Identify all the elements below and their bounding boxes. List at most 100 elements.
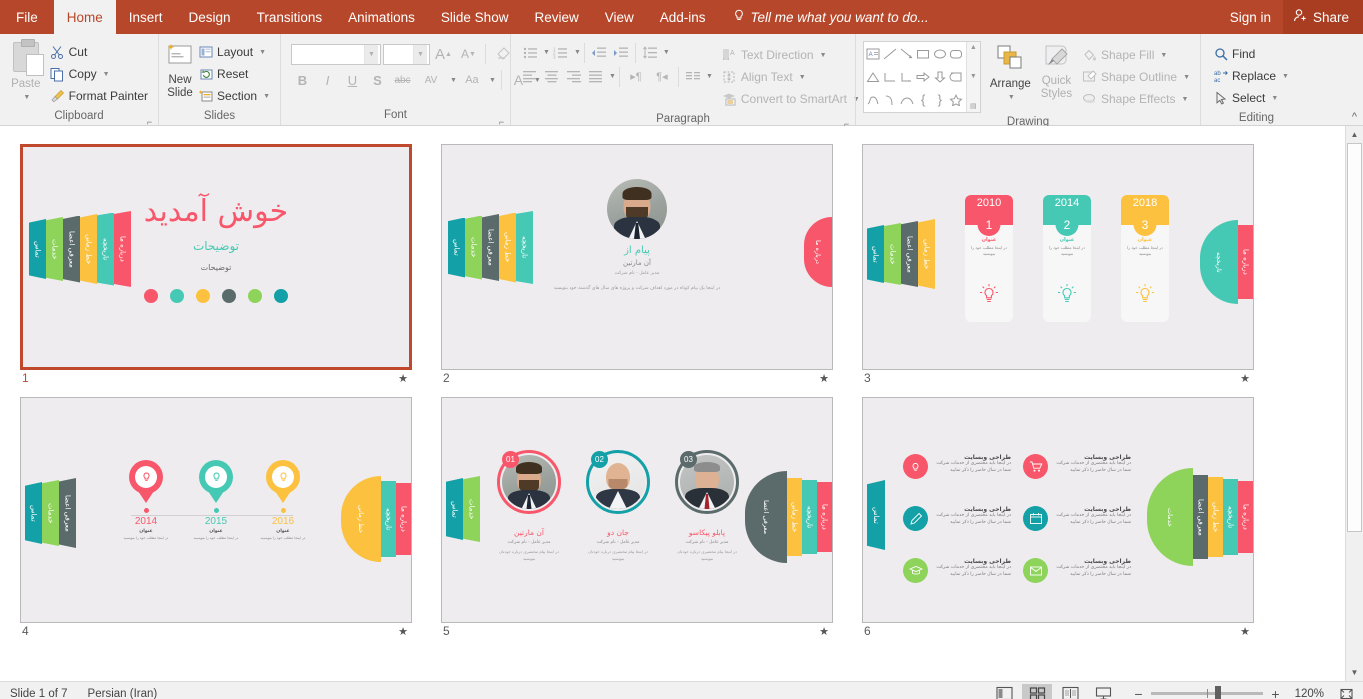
- tab-home[interactable]: Home: [54, 0, 116, 34]
- shape-line-icon[interactable]: [882, 43, 899, 66]
- shape-outline-button[interactable]: Shape Outline ▼: [1079, 66, 1195, 88]
- font-size-combo[interactable]: ▼: [383, 44, 430, 65]
- chevron-down-icon[interactable]: ▼: [1282, 73, 1289, 80]
- format-painter-button[interactable]: Format Painter: [47, 85, 153, 107]
- slide-thumbnail-5[interactable]: تماس خدمات معرفی اعضا خط زمانی تاریخچه د…: [441, 397, 833, 623]
- slide-indicator[interactable]: Slide 1 of 7: [10, 688, 68, 699]
- shape-left-brace-icon[interactable]: {: [915, 88, 932, 111]
- shape-star-icon[interactable]: [948, 88, 965, 111]
- increase-indent-button[interactable]: [610, 42, 632, 63]
- tab-review[interactable]: Review: [521, 0, 591, 34]
- vertical-scrollbar[interactable]: ▲ ▼: [1345, 126, 1363, 681]
- shape-flowchart-icon[interactable]: [948, 66, 965, 89]
- nav-tab-intro-team[interactable]: معرفی اعضا: [59, 478, 76, 548]
- nav-tab-timeline[interactable]: خط زمانی: [918, 219, 935, 289]
- chevron-down-icon[interactable]: ▼: [259, 49, 266, 56]
- underline-button[interactable]: U: [341, 69, 364, 91]
- character-spacing-button[interactable]: AV: [416, 69, 446, 91]
- chevron-down-icon[interactable]: ▼: [706, 73, 713, 80]
- tab-transitions[interactable]: Transitions: [244, 0, 336, 34]
- animation-star-icon[interactable]: ★: [398, 625, 408, 638]
- slide-thumbnail-1[interactable]: تماس خدمات معرفی اعضا خط زمانی تاریخچه د…: [20, 144, 412, 370]
- zoom-out-button[interactable]: −: [1133, 686, 1144, 699]
- nav-tab-services[interactable]: خدمات: [1147, 468, 1193, 566]
- slide-show-view-button[interactable]: [1088, 684, 1118, 699]
- chevron-down-icon[interactable]: ▼: [799, 74, 806, 81]
- nav-tab-about-us[interactable]: درباره ما: [1238, 225, 1253, 299]
- slide-sorter-view-button[interactable]: [1022, 684, 1052, 699]
- shape-curve-icon[interactable]: [882, 88, 899, 111]
- chevron-down-icon[interactable]: ▼: [450, 77, 457, 84]
- tab-slide-show[interactable]: Slide Show: [428, 0, 522, 34]
- nav-tab-timeline[interactable]: خط زمانی: [787, 478, 802, 556]
- chevron-down-icon[interactable]: ▼: [1271, 95, 1278, 102]
- section-button[interactable]: Section ▼: [196, 85, 275, 107]
- shape-down-arrow-icon[interactable]: [932, 66, 949, 89]
- zoom-level-label[interactable]: 120%: [1288, 688, 1324, 699]
- slide-thumbnail-2[interactable]: تماس خدمات معرفی اعضا خط زمانی تاریخچه د…: [441, 144, 833, 370]
- language-indicator[interactable]: Persian (Iran): [88, 688, 158, 699]
- shapes-gallery-scrollbar[interactable]: ▲ ▼ ▤: [966, 42, 980, 112]
- justify-button[interactable]: [585, 66, 607, 87]
- ltr-text-direction-button[interactable]: ▸¶: [623, 66, 649, 87]
- shapes-gallery[interactable]: A { }: [863, 41, 981, 113]
- scroll-down-icon[interactable]: ▼: [970, 73, 977, 80]
- scrollbar-track[interactable]: [1346, 143, 1363, 664]
- align-text-button[interactable]: Align Text ▼: [719, 66, 865, 88]
- replace-button[interactable]: abac Replace ▼: [1211, 65, 1294, 87]
- chevron-down-icon[interactable]: ▼: [489, 77, 496, 84]
- nav-tab-services[interactable]: خدمات: [42, 480, 59, 546]
- rtl-text-direction-button[interactable]: ¶◂: [649, 66, 675, 87]
- nav-tab-intro-team[interactable]: معرفی اعضا: [745, 471, 787, 563]
- columns-button[interactable]: [682, 66, 704, 87]
- tab-design[interactable]: Design: [176, 0, 244, 34]
- paste-button[interactable]: Paste ▼: [5, 39, 47, 104]
- animation-star-icon[interactable]: ★: [398, 372, 408, 385]
- nav-tab-contact[interactable]: تماس: [25, 482, 42, 544]
- bold-button[interactable]: B: [291, 69, 314, 91]
- animation-star-icon[interactable]: ★: [819, 372, 829, 385]
- text-direction-button[interactable]: A Text Direction ▼: [719, 44, 865, 66]
- nav-tab-history[interactable]: تاریخچه: [1223, 479, 1238, 555]
- nav-tab-timeline[interactable]: خط زمانی: [341, 476, 381, 562]
- increase-font-size-button[interactable]: A▲: [432, 43, 455, 65]
- shape-right-brace-icon[interactable]: }: [932, 88, 949, 111]
- tab-add-ins[interactable]: Add-ins: [647, 0, 719, 34]
- font-dialog-launcher[interactable]: ⌐: [497, 115, 506, 124]
- chevron-down-icon[interactable]: ▼: [103, 71, 110, 78]
- chevron-down-icon[interactable]: ▼: [263, 93, 270, 100]
- nav-tab-intro-team[interactable]: معرفی اعضا: [901, 221, 918, 287]
- nav-tab-about-us[interactable]: درباره ما: [817, 482, 832, 552]
- slide-thumbnail-6[interactable]: تماس خدمات معرفی اعضا خط زمانی تاریخچه د…: [862, 397, 1254, 623]
- chevron-down-icon[interactable]: ▼: [1182, 96, 1189, 103]
- quick-styles-button[interactable]: Quick Styles: [1034, 41, 1079, 101]
- shape-elbow-connector-icon[interactable]: [882, 66, 899, 89]
- nav-tab-services[interactable]: خدمات: [884, 223, 901, 285]
- strikethrough-button[interactable]: abc: [391, 69, 414, 91]
- shape-rectangle-icon[interactable]: [915, 43, 932, 66]
- align-center-button[interactable]: [541, 66, 563, 87]
- tab-insert[interactable]: Insert: [116, 0, 176, 34]
- nav-tab-intro-team[interactable]: معرفی اعضا: [1193, 475, 1208, 559]
- scroll-up-icon[interactable]: ▲: [970, 44, 977, 51]
- shape-right-arrow-icon[interactable]: [915, 66, 932, 89]
- collapse-ribbon-button[interactable]: ^: [1352, 111, 1357, 123]
- numbering-button[interactable]: 123: [550, 42, 572, 63]
- shape-arc-icon[interactable]: [898, 88, 915, 111]
- scroll-down-button[interactable]: ▼: [1346, 664, 1363, 681]
- select-button[interactable]: Select ▼: [1211, 87, 1294, 109]
- tell-me-box[interactable]: Tell me what you want to do...: [719, 0, 939, 34]
- copy-button[interactable]: Copy ▼: [47, 63, 153, 85]
- shape-scribble-icon[interactable]: [865, 88, 882, 111]
- animation-star-icon[interactable]: ★: [1240, 625, 1250, 638]
- nav-tab-history[interactable]: تاریخچه: [381, 481, 396, 557]
- sign-in-button[interactable]: Sign in: [1218, 0, 1283, 34]
- nav-tab-history[interactable]: تاریخچه: [802, 480, 817, 554]
- shape-oval-icon[interactable]: [932, 43, 949, 66]
- nav-tab-about-us[interactable]: درباره ما: [1238, 481, 1253, 553]
- find-button[interactable]: Find: [1211, 43, 1294, 65]
- reading-view-button[interactable]: [1055, 684, 1085, 699]
- arrange-button[interactable]: Arrange ▼: [987, 41, 1034, 104]
- chevron-down-icon[interactable]: ▼: [543, 49, 550, 56]
- tab-animations[interactable]: Animations: [335, 0, 428, 34]
